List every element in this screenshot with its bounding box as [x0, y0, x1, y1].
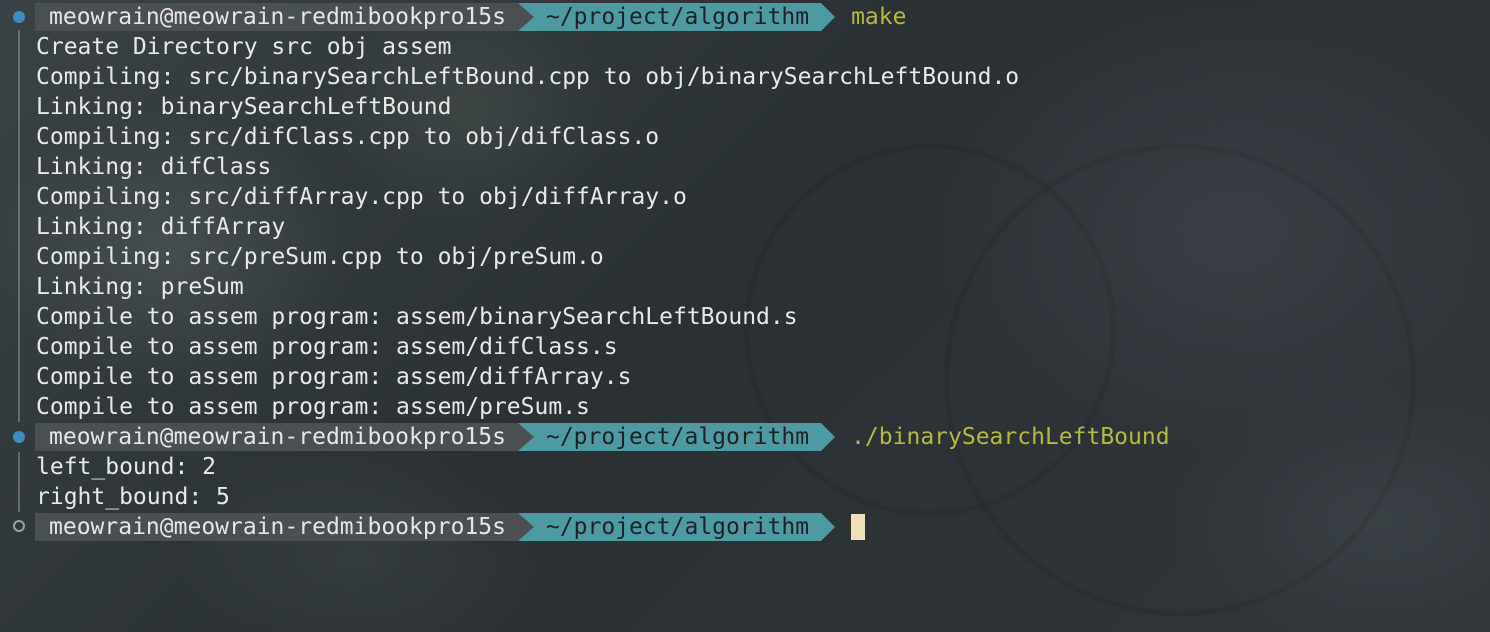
output-line: Linking: binarySearchLeftBound	[36, 94, 452, 120]
prompt-path: ~/project/algorithm	[533, 513, 822, 541]
output-line: Compile to assem program: assem/preSum.s	[36, 394, 590, 420]
output-line: Linking: preSum	[36, 274, 244, 300]
output-line: Compiling: src/preSum.cpp to obj/preSum.…	[36, 244, 604, 270]
output-line: left_bound: 2	[36, 454, 217, 480]
powerline-separator	[821, 423, 836, 451]
powerline-separator	[517, 513, 534, 541]
prompt-path: ~/project/algorithm	[533, 3, 822, 31]
output-line: Compiling: src/difClass.cpp to obj/difCl…	[36, 124, 660, 150]
output-line: Compile to assem program: assem/diffArra…	[36, 364, 632, 390]
powerline-separator	[821, 513, 836, 541]
prompt-user-host: meowrain@meowrain-redmibookpro15s	[35, 3, 518, 31]
output-line: Compile to assem program: assem/difClass…	[36, 334, 618, 360]
prompt-path: ~/project/algorithm	[533, 423, 822, 451]
command-status-dot[interactable]	[13, 11, 25, 23]
command-status-dot[interactable]	[13, 431, 25, 443]
command-text: ./binarySearchLeftBound	[851, 424, 1170, 450]
command-gutter-bar	[18, 452, 20, 512]
prompt-line: meowrain@meowrain-redmibookpro15s ~/proj…	[35, 3, 906, 31]
prompt-line[interactable]: meowrain@meowrain-redmibookpro15s ~/proj…	[35, 513, 866, 541]
prompt-line: meowrain@meowrain-redmibookpro15s ~/proj…	[35, 423, 1170, 451]
command-status-dot[interactable]	[13, 520, 25, 532]
command-text: make	[851, 4, 907, 30]
text-cursor[interactable]	[851, 514, 866, 540]
output-line: Linking: difClass	[36, 154, 272, 180]
output-line: right_bound: 5	[36, 484, 230, 510]
output-line: Compiling: src/binarySearchLeftBound.cpp…	[36, 64, 1020, 90]
powerline-separator	[517, 423, 534, 451]
command-gutter-bar	[18, 30, 20, 422]
output-line: Compile to assem program: assem/binarySe…	[36, 304, 798, 330]
terminal-window[interactable]: meowrain@meowrain-redmibookpro15s ~/proj…	[0, 0, 1490, 632]
output-line: Compiling: src/diffArray.cpp to obj/diff…	[36, 184, 687, 210]
powerline-separator	[821, 3, 836, 31]
prompt-user-host: meowrain@meowrain-redmibookpro15s	[35, 513, 518, 541]
powerline-separator	[517, 3, 534, 31]
output-line: Create Directory src obj assem	[36, 34, 452, 60]
prompt-user-host: meowrain@meowrain-redmibookpro15s	[35, 423, 518, 451]
output-line: Linking: diffArray	[36, 214, 286, 240]
